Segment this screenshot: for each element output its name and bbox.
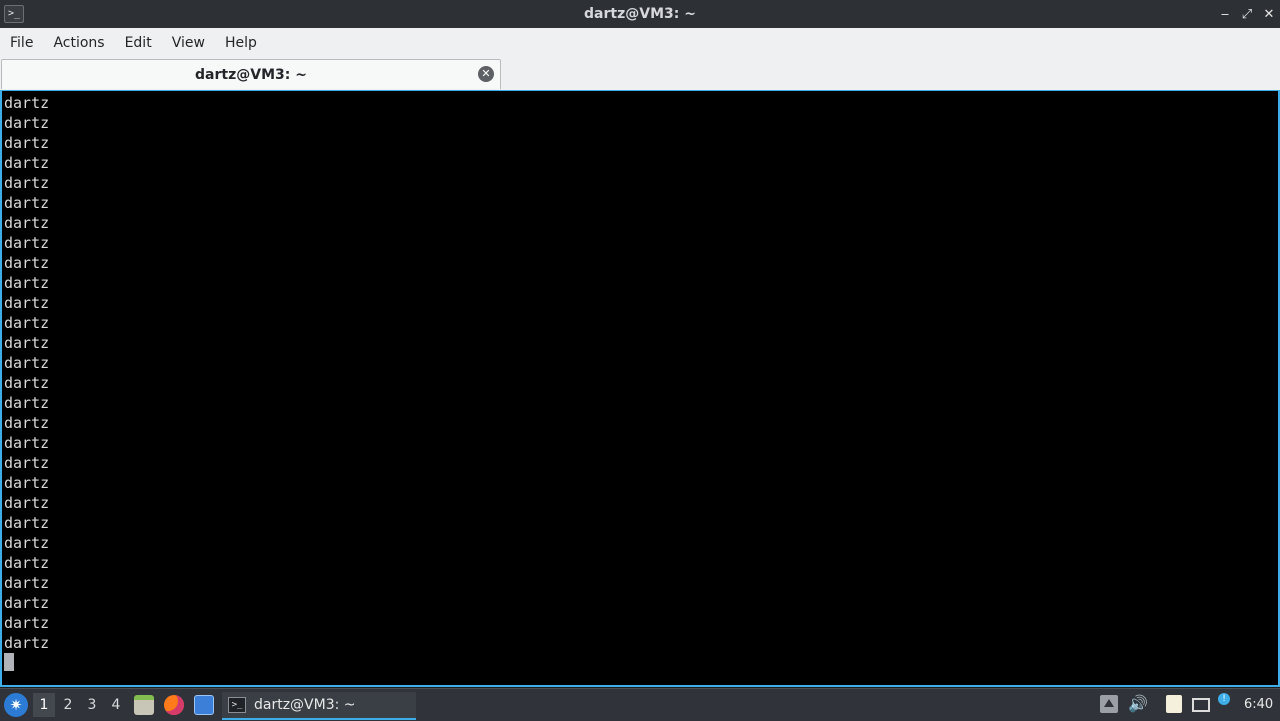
- desktop-2-button[interactable]: 2: [57, 693, 79, 717]
- terminal-line: dartz: [4, 574, 50, 592]
- terminal-app-icon[interactable]: >_: [4, 5, 24, 23]
- terminal-line: dartz: [4, 554, 50, 572]
- file-manager-icon[interactable]: [134, 695, 154, 715]
- software-update-icon[interactable]: [1100, 695, 1118, 713]
- tab-label: dartz@VM3: ~: [195, 66, 307, 83]
- terminal-line: dartz: [4, 514, 50, 532]
- terminal-line: dartz: [4, 594, 50, 612]
- minimize-button[interactable]: ‒: [1214, 0, 1236, 28]
- terminal-line: dartz: [4, 374, 50, 392]
- terminal-line: dartz: [4, 334, 50, 352]
- terminal-output[interactable]: dartz dartz dartz dartz dartz dartz dartz dartz…: [0, 90, 1280, 687]
- volume-icon[interactable]: 🔊: [1128, 695, 1148, 713]
- terminal-line: dartz: [4, 454, 50, 472]
- maximize-button[interactable]: ⤢: [1236, 0, 1258, 28]
- terminal-line: dartz: [4, 134, 50, 152]
- tab-close-icon[interactable]: ✕: [478, 66, 494, 82]
- firefox-icon[interactable]: [164, 695, 184, 715]
- clock[interactable]: 6:40: [1244, 689, 1273, 721]
- terminal-line: dartz: [4, 614, 50, 632]
- tab-bar: dartz@VM3: ~ ✕: [0, 58, 1280, 91]
- terminal-line: dartz: [4, 394, 50, 412]
- desktop-1-button[interactable]: 1: [33, 693, 55, 717]
- window-titlebar[interactable]: >_ dartz@VM3: ~ ‒ ⤢ ✕: [0, 0, 1280, 28]
- menubar: File Actions Edit View Help: [0, 28, 1280, 58]
- terminal-line: dartz: [4, 114, 50, 132]
- menu-file[interactable]: File: [0, 28, 43, 58]
- task-label: dartz@VM3: ~: [254, 697, 356, 713]
- terminal-line: dartz: [4, 474, 50, 492]
- desktop-3-button[interactable]: 3: [81, 693, 103, 717]
- show-desktop-icon[interactable]: [194, 695, 214, 715]
- terminal-line: dartz: [4, 194, 50, 212]
- menu-actions[interactable]: Actions: [43, 28, 114, 58]
- close-button[interactable]: ✕: [1258, 0, 1280, 28]
- app-menu-icon[interactable]: ✷: [4, 693, 28, 717]
- terminal-line: dartz: [4, 94, 50, 112]
- terminal-cursor: [4, 653, 14, 671]
- network-icon[interactable]: [1192, 698, 1210, 712]
- window-controls: ‒ ⤢ ✕: [1214, 0, 1280, 28]
- terminal-line: dartz: [4, 254, 50, 272]
- desktop-4-button[interactable]: 4: [105, 693, 127, 717]
- menu-view[interactable]: View: [162, 28, 215, 58]
- window-title: dartz@VM3: ~: [584, 6, 696, 22]
- menu-edit[interactable]: Edit: [115, 28, 162, 58]
- taskbar-task-terminal[interactable]: >_ dartz@VM3: ~: [222, 692, 416, 720]
- tab-terminal[interactable]: dartz@VM3: ~ ✕: [1, 59, 501, 89]
- taskbar: ✷ 1 2 3 4 >_ dartz@VM3: ~ 🔊 ! 6:40: [0, 688, 1280, 721]
- terminal-line: dartz: [4, 434, 50, 452]
- terminal-line: dartz: [4, 534, 50, 552]
- terminal-line: dartz: [4, 274, 50, 292]
- terminal-line: dartz: [4, 174, 50, 192]
- terminal-line: dartz: [4, 494, 50, 512]
- terminal-line: dartz: [4, 214, 50, 232]
- terminal-line: dartz: [4, 154, 50, 172]
- terminal-line: dartz: [4, 294, 50, 312]
- clipboard-icon[interactable]: [1166, 695, 1182, 713]
- notification-icon[interactable]: !: [1218, 693, 1230, 705]
- terminal-lines: dartz dartz dartz dartz dartz dartz dartz dartz…: [4, 93, 49, 653]
- terminal-line: dartz: [4, 234, 50, 252]
- terminal-line: dartz: [4, 354, 50, 372]
- terminal-line: dartz: [4, 314, 50, 332]
- terminal-line: dartz: [4, 634, 50, 652]
- terminal-line: dartz: [4, 414, 50, 432]
- terminal-icon: >_: [228, 697, 246, 713]
- menu-help[interactable]: Help: [215, 28, 267, 58]
